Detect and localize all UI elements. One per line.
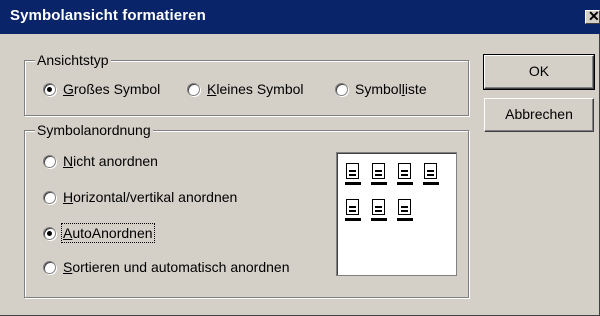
radio-indicator [43,190,56,204]
cancel-button[interactable]: Abbrechen [484,98,594,132]
radio-sort-auto-arrange[interactable]: Sortieren und automatisch anordnen [43,259,290,275]
document-icon [397,199,413,221]
document-icon [345,199,361,221]
document-icon [371,163,387,185]
radio-indicator [335,82,348,96]
format-icon-view-dialog: Symbolansicht formatieren ✕ Ansichtstyp … [0,0,600,316]
radio-indicator [43,260,56,274]
radio-indicator [187,82,200,96]
radio-large-icon[interactable]: Großes Symbol [43,81,160,97]
radio-small-icon[interactable]: Kleines Symbol [187,81,304,97]
radio-auto-arrange[interactable]: AutoAnordnen [43,223,155,243]
dialog-title: Symbolansicht formatieren [10,7,206,24]
radio-icon-list[interactable]: Symbolliste [335,81,427,97]
document-icon [345,163,361,185]
document-icon [423,163,439,185]
document-icon [371,199,387,221]
radio-indicator [43,154,56,168]
view-type-group: Ansichtstyp Großes Symbol Kleines Symbol… [24,52,469,116]
close-icon: ✕ [588,8,600,24]
radio-indicator [43,82,56,96]
radio-indicator [43,226,56,240]
document-icon [397,163,413,185]
radio-no-arrange[interactable]: Nicht anordnen [43,153,158,169]
view-type-label: Ansichtstyp [35,52,111,68]
radio-horizontal-vertical[interactable]: Horizontal/vertikal anordnen [43,189,237,205]
ok-button[interactable]: OK [483,54,595,90]
title-bar[interactable]: Symbolansicht formatieren ✕ [0,0,600,34]
arrangement-preview [336,152,457,276]
close-button[interactable]: ✕ [585,8,600,24]
icon-arrangement-label: Symbolanordnung [35,122,153,138]
